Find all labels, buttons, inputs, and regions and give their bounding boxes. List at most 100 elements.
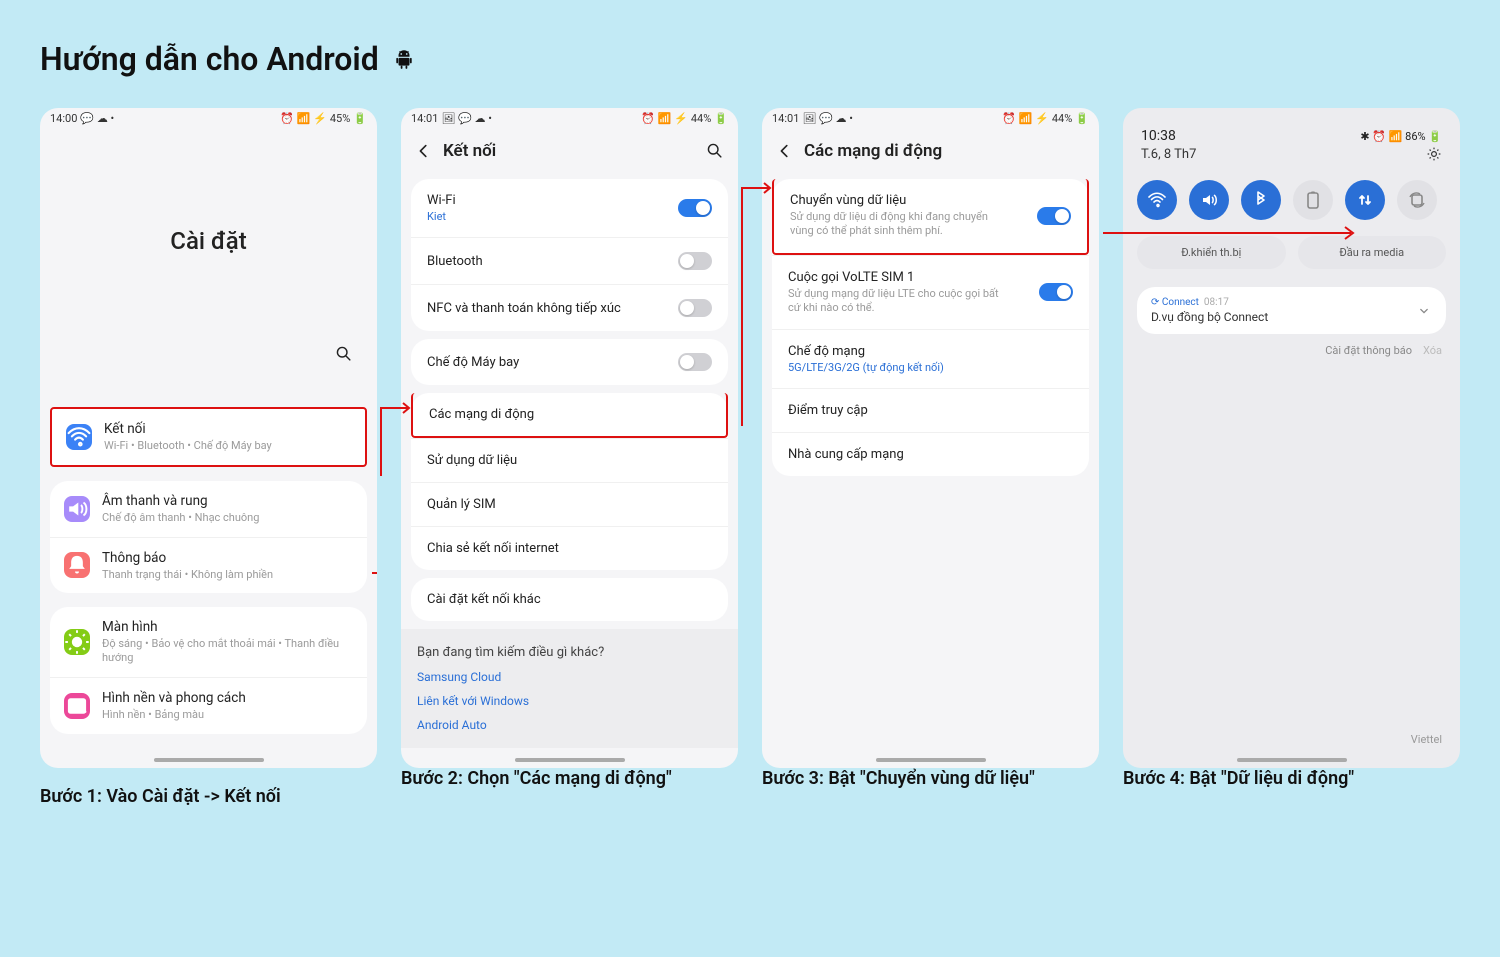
notif-settings-link[interactable]: Cài đặt thông báo [1325,344,1412,357]
settings-heading: Cài đặt [40,227,377,255]
qp-date: T.6, 8 Th7 [1141,147,1196,162]
qp-status-icons: ✱ ⏰ 📶 86% 🔋 [1360,130,1442,143]
toggle-data-roaming[interactable] [1037,207,1071,225]
settings-item-display[interactable]: Màn hình Độ sáng • Bảo vệ cho mắt thoải … [50,607,367,677]
item-sub-link: 5G/LTE/3G/2G (tự động kết nối) [788,361,944,374]
row-apn[interactable]: Điểm truy cập [772,388,1089,432]
qp-bluetooth[interactable] [1241,180,1281,220]
sound-icon [1199,190,1219,210]
settings-connections-group[interactable]: Kết nối Wi-Fi • Bluetooth • Chế độ Máy b… [50,407,367,467]
back-icon[interactable] [776,142,794,160]
item-label: Hình nền và phong cách [102,690,353,706]
step-caption-1: Bước 1: Vào Cài đặt -> Kết nối [40,786,377,807]
phone-step-2: 14:01 🖼 💬 ☁ • ⏰ 📶 ⚡ 44% 🔋 Kết nối Wi-Fi … [401,108,738,768]
settings-item-notification[interactable]: Thông báo Thanh trạng thái • Không làm p… [50,537,367,594]
phone-step-3: 14:01 🖼 💬 ☁ • ⏰ 📶 ⚡ 44% 🔋 Các mạng di độ… [762,108,1099,768]
item-label: Chuyển vùng dữ liệu [790,193,1010,208]
item-sub: Wi-Fi • Bluetooth • Chế độ Máy bay [104,439,351,453]
row-sim-manager[interactable]: Quản lý SIM [411,482,728,526]
step-caption-2: Bước 2: Chọn "Các mạng di động" [401,768,738,789]
rotation-icon [1407,190,1427,210]
item-sub: Thanh trạng thái • Không làm phiền [102,568,353,582]
item-sub: Sử dụng dữ liệu di động khi đang chuyển … [790,210,1010,239]
item-sub: Độ sáng • Bảo vệ cho mắt thoải mái • Tha… [102,637,353,665]
suggestion-block: Bạn đang tìm kiếm điều gì khác? Samsung … [401,629,738,748]
item-label: Quản lý SIM [427,497,496,512]
row-operators[interactable]: Nhà cung cấp mạng [772,432,1089,476]
row-tethering[interactable]: Chia sẻ kết nối internet [411,526,728,570]
toggle-airplane[interactable] [678,353,712,371]
back-icon[interactable] [415,142,433,160]
row-bluetooth[interactable]: Bluetooth [411,237,728,284]
search-icon[interactable] [335,345,353,363]
phone-step-4: 10:38 ✱ ⏰ 📶 86% 🔋 T.6, 8 Th7 Đ.khiển th.… [1123,108,1460,768]
item-label: Điểm truy cập [788,403,868,418]
gear-icon[interactable] [1426,146,1442,162]
nav-handle [876,758,986,762]
settings-item-wallpaper[interactable]: Hình nền và phong cách Hình nền • Bảng m… [50,677,367,734]
item-label: Bluetooth [427,254,483,269]
search-icon[interactable] [706,142,724,160]
qp-device-control[interactable]: Đ.khiển th.bị [1137,236,1286,269]
android-icon [393,47,415,71]
nav-handle [1237,758,1347,762]
qp-wifi[interactable] [1137,180,1177,220]
item-label: Kết nối [104,421,351,437]
item-sub: Hình nền • Bảng màu [102,708,353,722]
sound-icon [64,496,90,522]
wifi-icon [1147,190,1167,210]
row-more-connection[interactable]: Cài đặt kết nối khác [411,578,728,621]
toggle-nfc[interactable] [678,299,712,317]
qp-rotation[interactable] [1397,180,1437,220]
qp-battery-saver[interactable] [1293,180,1333,220]
screen-title: Các mạng di động [804,141,942,161]
item-label: Wi-Fi [427,193,456,208]
notif-title: D.vụ đồng bộ Connect [1151,310,1268,324]
qp-sound[interactable] [1189,180,1229,220]
nav-handle [154,758,264,762]
notification-card[interactable]: ⟳ Connect 08:17 D.vụ đồng bộ Connect [1137,287,1446,334]
item-label: Cài đặt kết nối khác [427,592,541,607]
item-label: Màn hình [102,619,353,635]
suggest-link[interactable]: Android Auto [417,718,722,732]
item-label: Các mạng di động [429,407,534,422]
screen-title: Kết nối [443,141,496,161]
row-airplane[interactable]: Chế độ Máy bay [411,339,728,385]
notif-time: 08:17 [1204,297,1229,308]
settings-item-sound[interactable]: Âm thanh và rung Chế độ âm thanh • Nhạc … [50,481,367,537]
page-title: Hướng dẫn cho Android [40,40,1460,78]
notif-app: Connect [1162,297,1199,308]
row-network-mode[interactable]: Chế độ mạng 5G/LTE/3G/2G (tự động kết nố… [772,329,1089,388]
step-caption-4: Bước 4: Bật "Dữ liệu di động" [1123,768,1460,789]
battery-saver-icon [1303,190,1323,210]
item-label: Thông báo [102,550,353,566]
item-label: Chia sẻ kết nối internet [427,541,559,556]
qp-media-output[interactable]: Đầu ra media [1298,236,1447,269]
toggle-bluetooth[interactable] [678,252,712,270]
chevron-down-icon[interactable] [1416,303,1432,319]
row-data-usage[interactable]: Sử dụng dữ liệu [411,438,728,482]
item-label: NFC và thanh toán không tiếp xúc [427,301,621,316]
wifi-icon [66,424,92,450]
carrier-label: Viettel [1411,733,1442,746]
row-mobile-networks[interactable]: Các mạng di động [411,393,728,438]
sun-icon [64,629,90,655]
suggest-link[interactable]: Samsung Cloud [417,670,722,684]
suggest-link[interactable]: Liên kết với Windows [417,694,722,708]
row-data-roaming[interactable]: Chuyển vùng dữ liệu Sử dụng dữ liệu di đ… [772,179,1089,255]
mobile-data-icon [1355,190,1375,210]
status-bar: 14:01 🖼 💬 ☁ • ⏰ 📶 ⚡ 44% 🔋 [762,108,1099,127]
item-label: Chế độ Máy bay [427,355,519,370]
notif-clear-link[interactable]: Xóa [1423,344,1442,357]
row-nfc[interactable]: NFC và thanh toán không tiếp xúc [411,284,728,331]
toggle-wifi[interactable] [678,199,712,217]
row-volte[interactable]: Cuộc gọi VoLTE SIM 1 Sử dụng mạng dữ liệ… [772,255,1089,330]
step-caption-3: Bước 3: Bật "Chuyển vùng dữ liệu" [762,768,1099,789]
bluetooth-icon [1251,190,1271,210]
phone-step-1: 14:00 💬 ☁ • ⏰ 📶 ⚡ 45% 🔋 Cài đặt Kết nối … [40,108,377,768]
item-label: Âm thanh và rung [102,493,353,509]
status-bar: 14:01 🖼 💬 ☁ • ⏰ 📶 ⚡ 44% 🔋 [401,108,738,127]
row-wifi[interactable]: Wi-Fi Kiet [411,179,728,237]
qp-mobile-data[interactable] [1345,180,1385,220]
toggle-volte[interactable] [1039,283,1073,301]
